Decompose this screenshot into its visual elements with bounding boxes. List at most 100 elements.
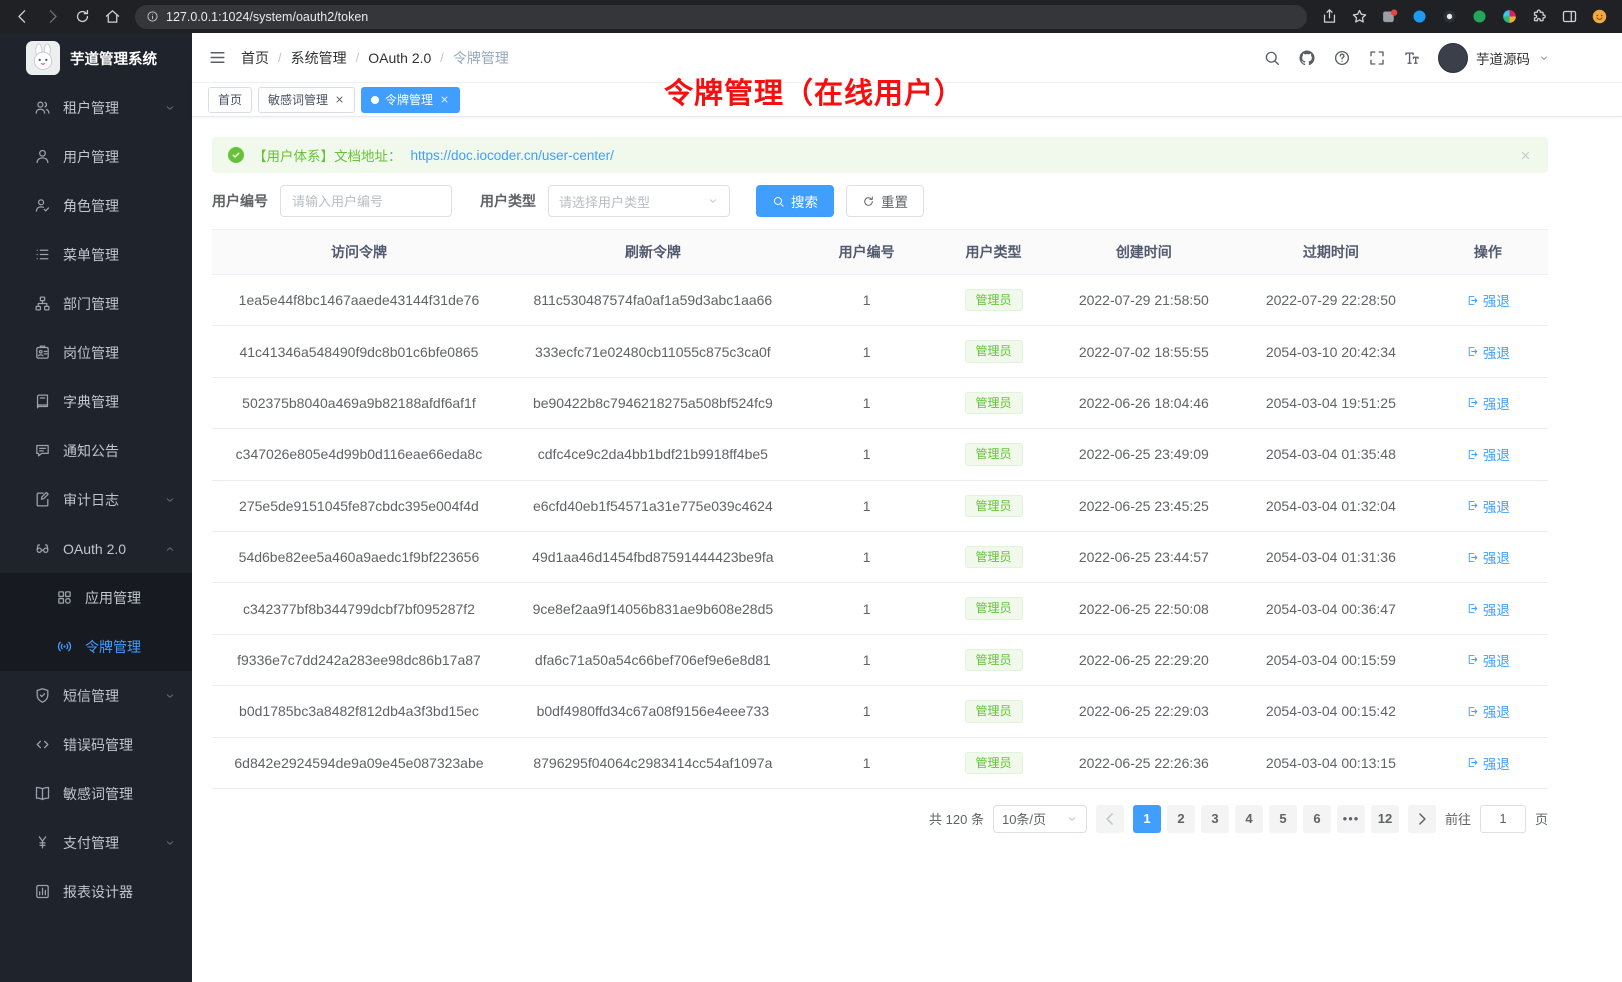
sidebar-item-oauth2[interactable]: OAuth 2.0 [0, 524, 192, 573]
page-button[interactable]: 6 [1303, 805, 1331, 833]
force-logout-button[interactable]: 强退 [1466, 547, 1510, 567]
reload-icon[interactable] [74, 8, 91, 25]
chevron-down-icon [164, 102, 176, 114]
user-type-select[interactable]: 请选择用户类型 [548, 185, 730, 217]
prev-page-button[interactable] [1096, 805, 1124, 833]
column-header: 用户类型 [933, 230, 1053, 275]
user-menu[interactable]: 芋道源码 [1438, 43, 1550, 73]
search-icon[interactable] [1263, 49, 1281, 67]
page-button[interactable]: 3 [1201, 805, 1229, 833]
sidebar-item-error-code[interactable]: 错误码管理 [0, 720, 192, 769]
sidebar-item-user[interactable]: 用户管理 [0, 132, 192, 181]
fullscreen-icon[interactable] [1368, 49, 1386, 67]
force-logout-button[interactable]: 强退 [1466, 650, 1510, 670]
user-id-input[interactable] [280, 185, 452, 217]
sidebar-item-audit-log[interactable]: 审计日志 [0, 475, 192, 524]
user-avatar [1438, 43, 1468, 73]
forward-icon[interactable] [44, 8, 61, 25]
home-icon[interactable] [104, 8, 121, 25]
create-time-cell: 2022-06-25 23:49:09 [1054, 429, 1234, 480]
sidebar-item-role[interactable]: 角色管理 [0, 181, 192, 230]
page-info-icon[interactable] [146, 10, 159, 23]
browser-nav-controls [10, 8, 125, 25]
page-button[interactable]: 5 [1269, 805, 1297, 833]
chevron-down-icon [707, 195, 719, 207]
breadcrumb-separator: / [278, 50, 282, 65]
force-logout-button[interactable]: 强退 [1466, 393, 1510, 413]
refresh-token-cell: 8796295f04064c2983414cc54af1097a [506, 737, 800, 788]
sidebar-item-label: 令牌管理 [85, 637, 141, 657]
sidebar-item-tenant[interactable]: 租户管理 [0, 83, 192, 132]
force-logout-button[interactable]: 强退 [1466, 496, 1510, 516]
doc-link[interactable]: https://doc.iocoder.cn/user-center/ [411, 148, 614, 163]
force-logout-button[interactable]: 强退 [1466, 701, 1510, 721]
extension-blue-icon[interactable] [1411, 8, 1428, 25]
extension-green-icon[interactable] [1471, 8, 1488, 25]
goto-page-input[interactable] [1480, 805, 1526, 833]
page-button[interactable]: 2 [1167, 805, 1195, 833]
sidebar-item-sensitive-word[interactable]: 敏感词管理 [0, 769, 192, 818]
extension-dark-icon[interactable] [1441, 8, 1458, 25]
tab-sensitive-word[interactable]: 敏感词管理 [258, 87, 355, 113]
next-page-button[interactable] [1408, 805, 1436, 833]
sidebar-item-menu[interactable]: 菜单管理 [0, 230, 192, 279]
breadcrumb-item[interactable]: 首页 [241, 48, 269, 68]
reset-button[interactable]: 重置 [846, 185, 924, 217]
extension-badge-icon[interactable] [1381, 8, 1398, 25]
sidebar-item-app-manage[interactable]: 应用管理 [0, 573, 192, 622]
tab-home[interactable]: 首页 [208, 87, 252, 113]
page-button[interactable]: 4 [1235, 805, 1263, 833]
tab-label: 令牌管理 [385, 91, 433, 108]
search-button[interactable]: 搜索 [756, 185, 834, 217]
force-logout-button[interactable]: 强退 [1466, 290, 1510, 310]
force-logout-button[interactable]: 强退 [1466, 599, 1510, 619]
tab-token-manage[interactable]: 令牌管理 [361, 87, 460, 113]
user-type-badge: 管理员 [965, 340, 1023, 362]
user-type-cell: 管理员 [933, 531, 1053, 582]
force-logout-button[interactable]: 强退 [1466, 753, 1510, 773]
sidebar-item-notice[interactable]: 通知公告 [0, 426, 192, 475]
sidebar-item-label: 报表设计器 [63, 882, 133, 902]
sidebar-item-token-manage[interactable]: 令牌管理 [0, 622, 192, 671]
sidebar-item-pay[interactable]: 支付管理 [0, 818, 192, 867]
sidebar-toggle-icon[interactable] [208, 48, 227, 67]
column-header: 创建时间 [1054, 230, 1234, 275]
address-bar[interactable]: 127.0.0.1:1024/system/oauth2/token [135, 5, 1307, 29]
help-icon[interactable] [1333, 49, 1351, 67]
close-icon[interactable] [334, 94, 345, 105]
sidebar-item-sms[interactable]: 短信管理 [0, 671, 192, 720]
sidebar-item-label: 岗位管理 [63, 343, 119, 363]
menu-list-icon [34, 246, 51, 263]
breadcrumb-item[interactable]: OAuth 2.0 [368, 50, 431, 66]
font-size-icon[interactable] [1403, 49, 1421, 67]
page-button[interactable]: 1 [1133, 805, 1161, 833]
filter-form: 用户编号 用户类型 请选择用户类型 搜索 重置 [212, 185, 1548, 217]
user-icon [34, 148, 51, 165]
tab-label: 首页 [218, 91, 242, 108]
star-icon[interactable] [1351, 8, 1368, 25]
chevron-down-icon [1066, 813, 1078, 825]
page-size-select[interactable]: 10条/页 [993, 805, 1087, 833]
search-icon [772, 195, 785, 208]
sidebar-panel-icon[interactable] [1561, 8, 1578, 25]
github-icon[interactable] [1298, 49, 1316, 67]
sidebar-item-dict[interactable]: 字典管理 [0, 377, 192, 426]
force-logout-button[interactable]: 强退 [1466, 342, 1510, 362]
puzzle-icon[interactable] [1531, 8, 1548, 25]
access-token-cell: 6d842e2924594de9a09e45e087323abe [212, 737, 506, 788]
page-button[interactable]: 12 [1371, 805, 1399, 833]
back-icon[interactable] [14, 8, 31, 25]
share-icon[interactable] [1321, 8, 1338, 25]
access-token-cell: c342377bf8b344799dcbf7bf095287f2 [212, 583, 506, 634]
alert-close-icon[interactable] [1519, 149, 1532, 162]
breadcrumb-item[interactable]: 系统管理 [291, 48, 347, 68]
extension-color-icon[interactable] [1501, 8, 1518, 25]
app-logo[interactable]: 芋道管理系统 [0, 33, 192, 83]
sidebar-item-post[interactable]: 岗位管理 [0, 328, 192, 377]
profile-avatar-icon[interactable] [1591, 8, 1608, 25]
more-pages-button[interactable]: ••• [1337, 805, 1365, 833]
sidebar-item-report-designer[interactable]: 报表设计器 [0, 867, 192, 916]
close-icon[interactable] [439, 94, 450, 105]
sidebar-item-dept[interactable]: 部门管理 [0, 279, 192, 328]
force-logout-button[interactable]: 强退 [1466, 444, 1510, 464]
